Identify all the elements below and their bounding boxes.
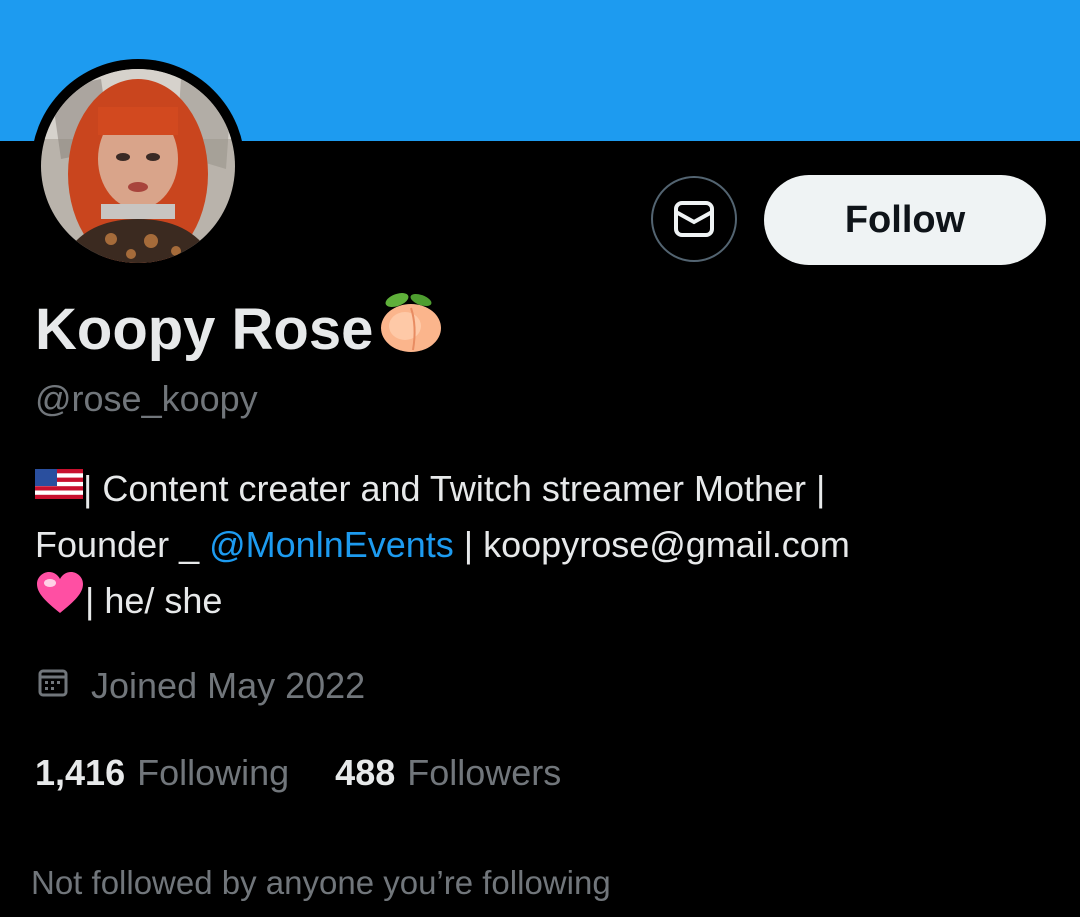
following-link[interactable]: 1,416 Following bbox=[35, 752, 289, 794]
avatar-image bbox=[41, 69, 235, 263]
joined-date: Joined May 2022 bbox=[37, 665, 365, 707]
followers-count: 488 bbox=[335, 752, 396, 793]
follow-stats: 1,416 Following 488 Followers bbox=[35, 752, 561, 794]
pink-heart-icon bbox=[35, 571, 85, 631]
bio-line: | Content creater and Twitch streamer Mo… bbox=[35, 461, 1055, 517]
calendar-icon bbox=[37, 665, 69, 707]
mention-link[interactable]: @MonlnEvents bbox=[209, 517, 454, 573]
bio-text: | he/ she bbox=[85, 580, 223, 621]
avatar[interactable] bbox=[41, 69, 235, 263]
us-flag-icon bbox=[35, 461, 83, 517]
user-handle: @rose_koopy bbox=[35, 378, 258, 419]
followers-label: Followers bbox=[407, 752, 562, 793]
avatar-frame bbox=[31, 59, 245, 273]
joined-text: Joined May 2022 bbox=[91, 665, 366, 706]
bio-text: Founder _ bbox=[35, 524, 210, 565]
message-button[interactable] bbox=[651, 176, 737, 262]
profile-bio: | Content creater and Twitch streamer Mo… bbox=[35, 461, 1055, 629]
bio-line: | he/ she bbox=[35, 571, 1055, 631]
follow-button-label: Follow bbox=[844, 198, 966, 241]
following-count: 1,416 bbox=[35, 752, 126, 793]
peach-emoji-icon bbox=[375, 290, 445, 368]
profile-page: Follow Koopy Rose @rose_koopy | Content … bbox=[0, 0, 1080, 917]
bio-text: | koopyrose@gmail.com bbox=[453, 524, 850, 565]
following-label: Following bbox=[137, 752, 290, 793]
display-name: Koopy Rose bbox=[35, 290, 445, 368]
bio-text: | Content creater and Twitch streamer Mo… bbox=[83, 468, 826, 509]
envelope-icon bbox=[674, 201, 714, 237]
followers-link[interactable]: 488 Followers bbox=[335, 752, 561, 794]
follow-button[interactable]: Follow bbox=[764, 175, 1046, 265]
bio-line: Founder _ @MonlnEvents | koopyrose@gmail… bbox=[35, 517, 1055, 573]
display-name-text: Koopy Rose bbox=[35, 296, 374, 362]
mutual-followers-note: Not followed by anyone you’re following bbox=[31, 864, 611, 901]
